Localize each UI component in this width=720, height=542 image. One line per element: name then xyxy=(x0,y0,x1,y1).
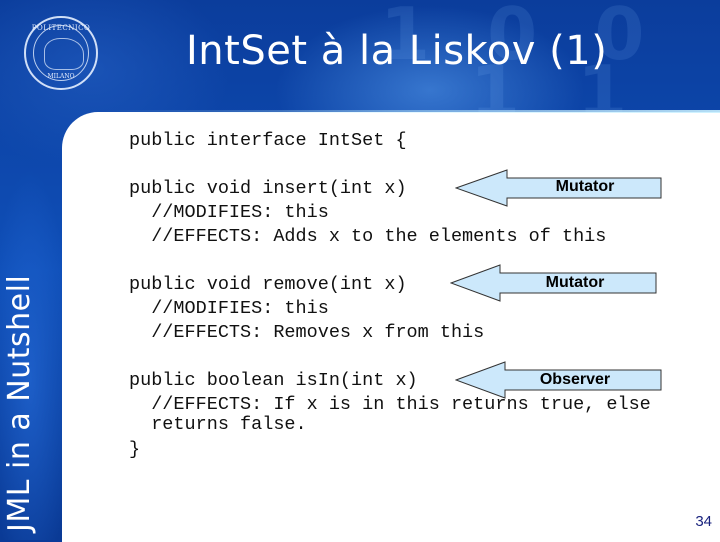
method-comment: //EFFECTS: Removes x from this xyxy=(129,322,485,343)
seal-figure xyxy=(44,38,84,70)
interface-declaration: public interface IntSet { xyxy=(129,130,407,151)
annotation-label-mutator: Mutator xyxy=(555,178,615,195)
panel-glow-divider xyxy=(100,110,720,113)
university-seal-icon: POLITECNICO MILANO xyxy=(24,16,98,90)
seal-bottom-text: MILANO xyxy=(47,73,75,80)
method-comment: //MODIFIES: this xyxy=(129,202,329,223)
annotation-label-observer: Observer xyxy=(539,371,611,388)
sidebar-label: JML in a Nutshell xyxy=(2,274,37,532)
method-signature-remove: public void remove(int x) xyxy=(129,274,407,295)
method-signature-isin: public boolean isIn(int x) xyxy=(129,370,418,391)
method-comment: returns false. xyxy=(129,414,307,435)
method-comment: //EFFECTS: Adds x to the elements of thi… xyxy=(129,226,607,247)
method-signature-insert: public void insert(int x) xyxy=(129,178,407,199)
annotation-label-mutator: Mutator xyxy=(545,274,605,291)
closing-brace: } xyxy=(129,439,141,460)
page-number: 34 xyxy=(695,513,712,530)
slide-title: IntSet à la Liskov (1) xyxy=(186,28,608,74)
method-comment: //MODIFIES: this xyxy=(129,298,329,319)
seal-top-text: POLITECNICO xyxy=(31,24,91,32)
